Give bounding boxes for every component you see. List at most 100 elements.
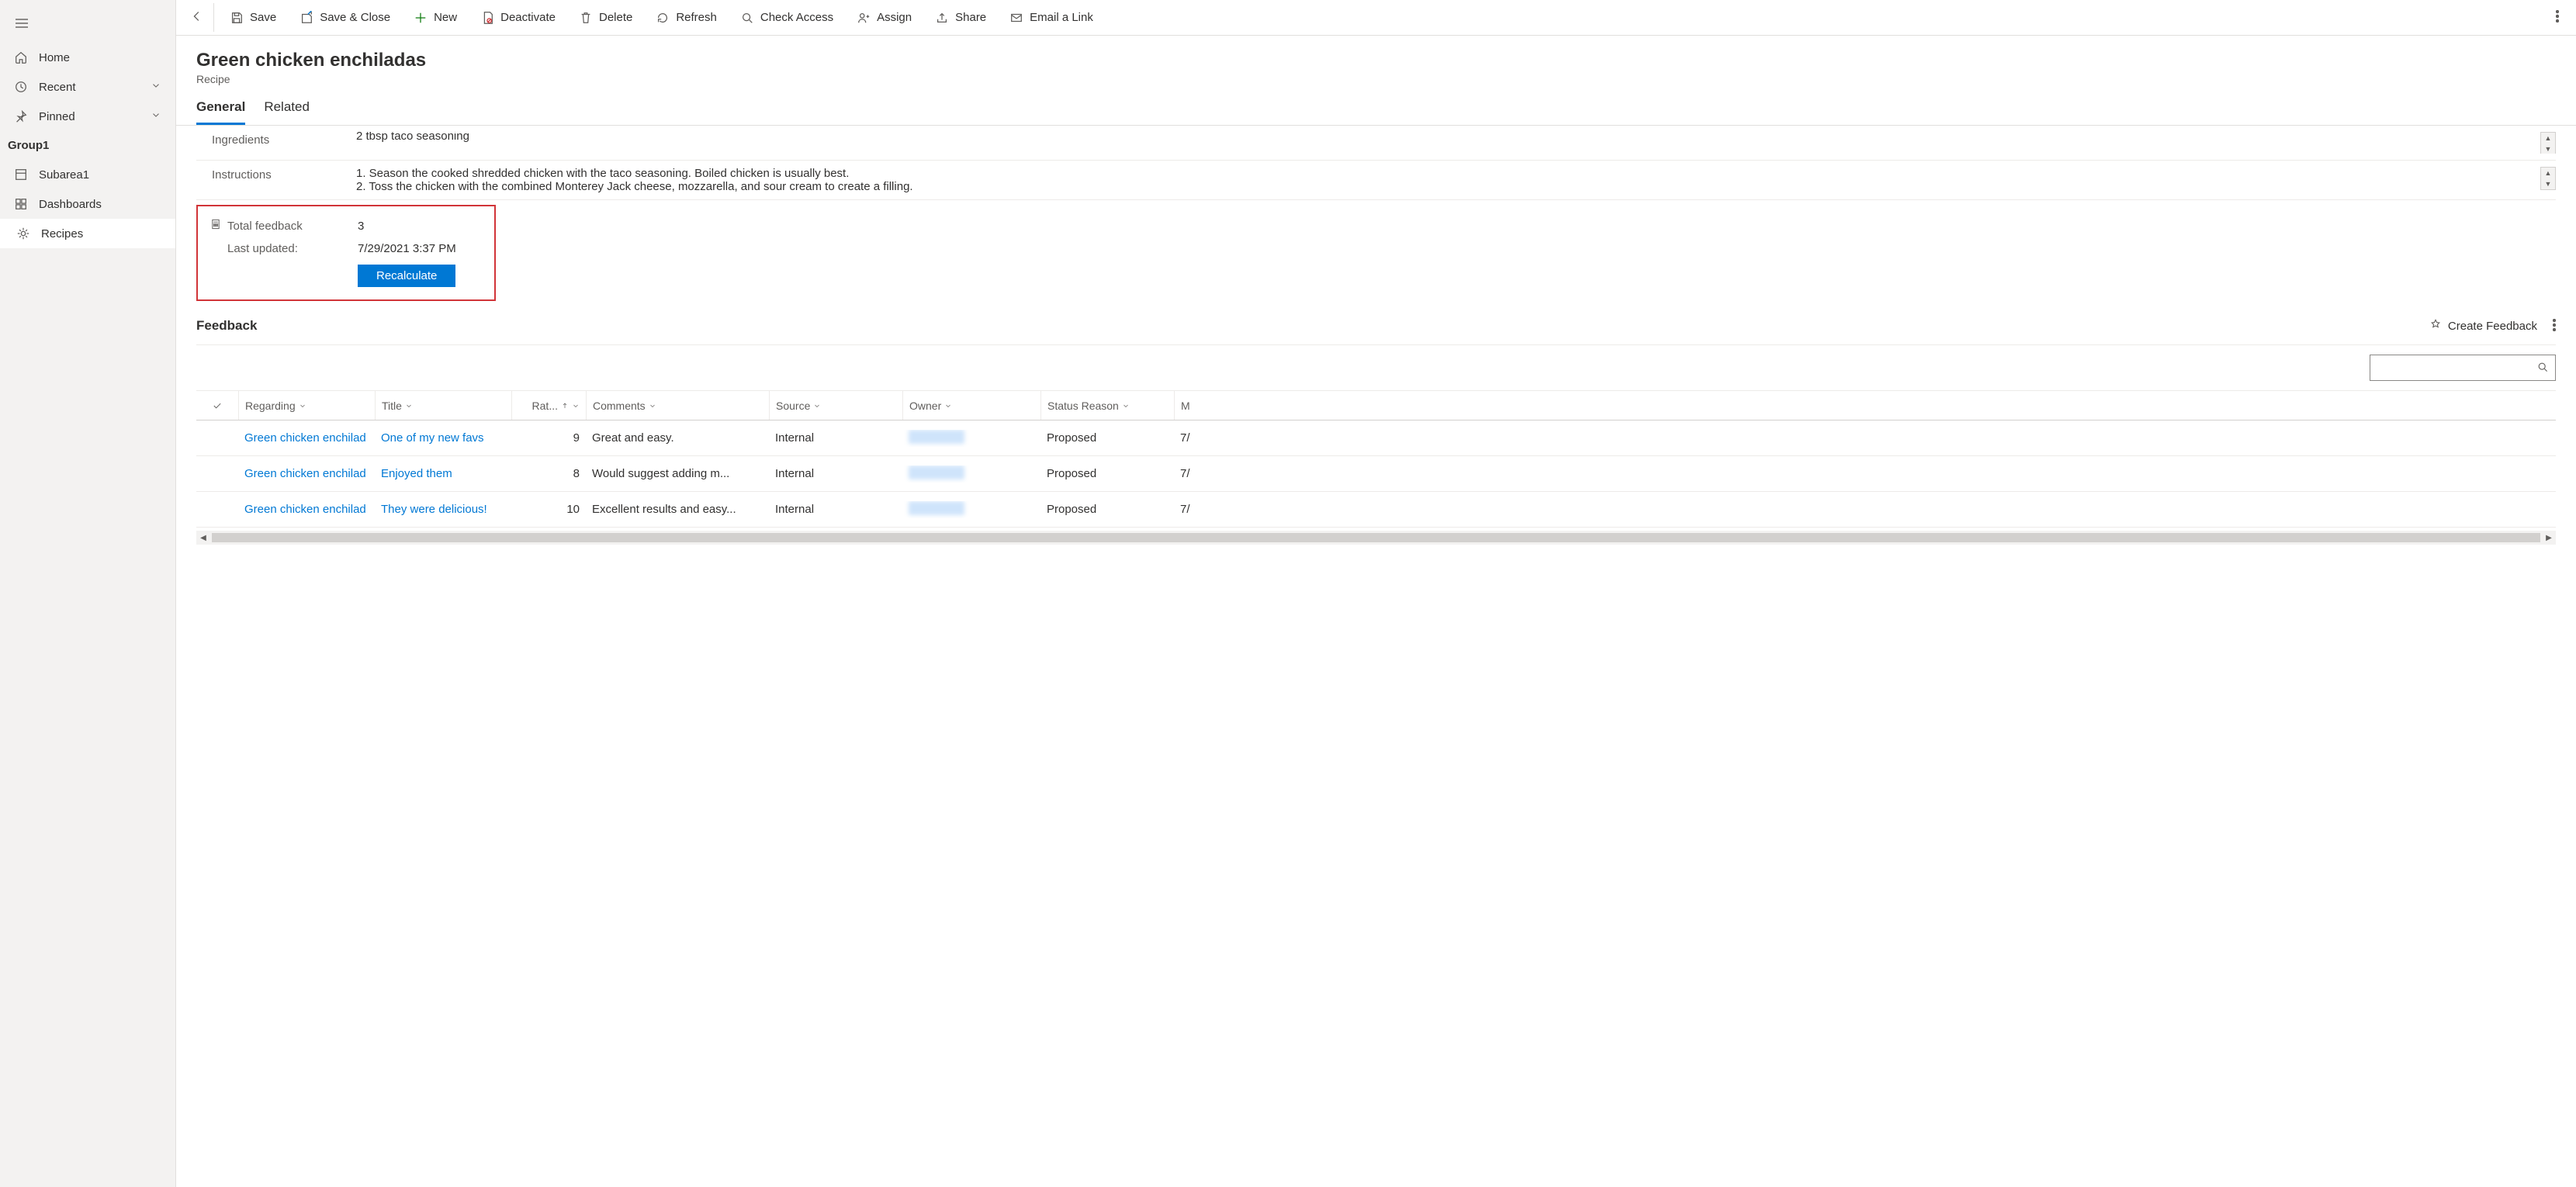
assign-icon [857,11,871,25]
ingredients-label: Ingredients [196,132,356,147]
form-content: Ingredients 4 cups cooked shredded chick… [176,126,2576,1187]
cmd-assign[interactable]: Assign [846,5,923,31]
cell-status: Proposed [1040,467,1174,480]
col-rating[interactable]: Rat... [511,391,586,420]
cmd-check-access[interactable]: Check Access [729,5,844,31]
cell-source: Internal [769,503,902,516]
field-instructions: Instructions 1. Season the cooked shredd… [196,161,2556,200]
total-feedback-label: Total feedback [203,219,358,233]
command-bar: Save Save & Close New Deactivate Delete … [176,0,2576,36]
share-icon [935,11,949,25]
nav-group-label: Group1 [0,131,175,160]
grid-row[interactable]: Green chicken enchiladOne of my new favs… [196,420,2556,456]
nav-dashboards-label: Dashboards [39,198,102,211]
grid-row[interactable]: Green chicken enchiladThey were deliciou… [196,492,2556,528]
cmd-save-label: Save [250,11,276,24]
nav-pinned[interactable]: Pinned [0,102,175,131]
cell-comments: Great and easy. [586,431,769,445]
cmd-refresh-label: Refresh [676,11,717,24]
back-button[interactable] [181,3,214,32]
cmd-check-access-label: Check Access [760,11,833,24]
nav-recipes[interactable]: Recipes [0,219,175,248]
feedback-overflow[interactable] [2553,319,2556,334]
col-title[interactable]: Title [375,391,511,420]
cell-title[interactable]: They were delicious! [375,503,511,516]
cmd-delete-label: Delete [599,11,632,24]
cell-title[interactable]: One of my new favs [375,431,511,445]
subarea-icon [14,168,28,182]
cmd-delete[interactable]: Delete [568,5,643,31]
grid-row[interactable]: Green chicken enchiladEnjoyed them8Would… [196,456,2556,492]
cell-owner[interactable] [902,501,1040,518]
cmd-new-label: New [434,11,457,24]
save-icon [230,11,244,25]
nav-recent[interactable]: Recent [0,72,175,102]
hamburger-button[interactable] [0,6,175,43]
col-select-all[interactable] [196,391,238,420]
nav-recipes-label: Recipes [41,227,83,241]
trash-icon [579,11,593,25]
grid-header: Regarding Title Rat... Comments Source O… [196,391,2556,420]
dashboard-icon [14,197,28,211]
cell-m: 7/ [1174,467,1200,480]
cmd-deactivate[interactable]: Deactivate [469,5,566,31]
grid-hscroll[interactable]: ◀▶ [196,531,2556,545]
cmd-save-close[interactable]: Save & Close [289,5,401,31]
feedback-search[interactable] [2370,355,2556,381]
email-icon [1009,11,1023,25]
chevron-down-icon [151,109,161,123]
col-regarding[interactable]: Regarding [238,391,375,420]
cell-comments: Would suggest adding m... [586,467,769,480]
ingredients-value[interactable]: 4 cups cooked shredded chicken 2 tbsp ta… [356,132,2556,154]
cmd-share[interactable]: Share [924,5,997,31]
nav-subarea1[interactable]: Subarea1 [0,160,175,189]
cell-rating: 8 [511,467,586,480]
tabs: General Related [176,85,2576,126]
instructions-line: 2. Toss the chicken with the combined Mo… [356,180,2556,193]
field-scroll[interactable]: ▲▼ [2540,132,2556,154]
search-icon [2536,361,2549,375]
save-close-icon [299,11,313,25]
cmd-refresh[interactable]: Refresh [645,5,728,31]
cmd-save-close-label: Save & Close [320,11,390,24]
feedback-search-input[interactable] [2377,362,2536,374]
feedback-section-title: Feedback [196,318,257,334]
instructions-label: Instructions [196,167,356,182]
cmd-overflow[interactable] [2543,4,2571,31]
tab-related[interactable]: Related [264,99,310,125]
cell-owner[interactable] [902,430,1040,447]
col-source[interactable]: Source [769,391,902,420]
col-comments[interactable]: Comments [586,391,769,420]
cell-regarding[interactable]: Green chicken enchilad [238,431,375,445]
tab-general[interactable]: General [196,99,245,125]
col-owner[interactable]: Owner [902,391,1040,420]
create-feedback-label: Create Feedback [2448,320,2537,333]
record-entity: Recipe [196,73,2556,85]
cell-rating: 9 [511,431,586,445]
cell-status: Proposed [1040,503,1174,516]
nav-recent-label: Recent [39,81,76,94]
cell-regarding[interactable]: Green chicken enchilad [238,503,375,516]
sidebar: Home Recent Pinned Group1 Subarea1 Dashb… [0,0,176,1187]
cell-title[interactable]: Enjoyed them [375,467,511,480]
cmd-save[interactable]: Save [219,5,287,31]
field-scroll[interactable]: ▲▼ [2540,167,2556,190]
create-feedback-button[interactable]: Create Feedback [2429,318,2537,334]
last-updated-label: Last updated: [203,242,358,255]
recalculate-button[interactable]: Recalculate [358,265,455,287]
nav-dashboards[interactable]: Dashboards [0,189,175,219]
ingredients-line: 2 tbsp taco seasoning [356,132,2556,143]
col-status[interactable]: Status Reason [1040,391,1174,420]
cell-owner[interactable] [902,465,1040,483]
cmd-email-link[interactable]: Email a Link [999,5,1104,31]
cmd-new[interactable]: New [403,5,468,31]
feedback-grid: Regarding Title Rat... Comments Source O… [196,390,2556,545]
col-m[interactable]: M [1174,391,1200,420]
instructions-line: 1. Season the cooked shredded chicken wi… [356,167,2556,180]
record-title: Green chicken enchiladas [196,50,2556,71]
instructions-value[interactable]: 1. Season the cooked shredded chicken wi… [356,167,2556,193]
cell-regarding[interactable]: Green chicken enchilad [238,467,375,480]
nav-home[interactable]: Home [0,43,175,72]
cell-source: Internal [769,431,902,445]
cmd-email-link-label: Email a Link [1030,11,1093,24]
